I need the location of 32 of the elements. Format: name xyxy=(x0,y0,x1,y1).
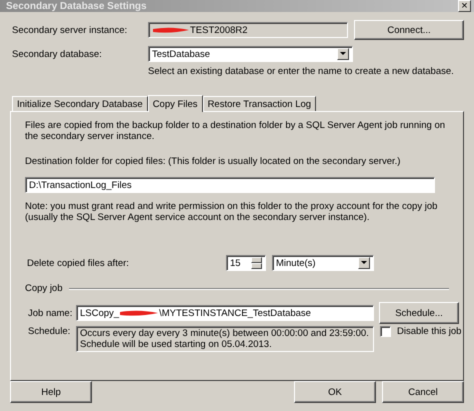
dialog-button[interactable]: Help xyxy=(10,381,92,403)
database-dropdown[interactable]: TestDatabase xyxy=(148,46,353,62)
field-label: Delete copied files after: xyxy=(26,258,130,268)
schedule-button[interactable]: Schedule... xyxy=(379,302,459,324)
spin-field[interactable]: 15 xyxy=(226,255,266,271)
field-label: Schedule: xyxy=(27,326,72,337)
window-title: Secondary Database Settings xyxy=(6,0,147,12)
field-label: Secondary database: xyxy=(11,48,103,60)
caret-icon xyxy=(361,261,367,265)
tab[interactable]: Copy Files xyxy=(148,95,203,112)
dialog-button[interactable]: OK xyxy=(294,381,376,403)
spin-arrows-icon[interactable] xyxy=(251,257,262,269)
field-label: Destination folder for copied files: (This folder is usually located on the secondary server.) xyxy=(25,156,402,167)
schedule-text: Occurs every day every 3 minute(s) between 00:00:00 and 23:59:00. Schedule will be used starting on 05.04.2013. xyxy=(76,326,374,352)
tab[interactable]: Initialize Secondary Database xyxy=(12,96,148,111)
field-label: Job name: xyxy=(27,308,74,318)
close-button[interactable]: × xyxy=(458,0,471,12)
checkbox-label: Disable this job xyxy=(397,326,462,337)
tab[interactable]: Restore Transaction Log xyxy=(202,96,316,111)
job-name-field[interactable]: LSCopy_ \MYTESTINSTANCE_TestDatabase xyxy=(76,305,374,321)
note-text: Note: you must grant read and write permission on this folder to the proxy account for the copy job (usually the SQL Server Agent service account on the secondary server instance). xyxy=(25,201,438,223)
unit-dropdown[interactable]: Minute(s) xyxy=(272,255,374,271)
group-title: Copy job xyxy=(25,283,62,294)
dialog-button[interactable]: Cancel xyxy=(382,381,464,403)
destination-folder-field[interactable]: D:\TransactionLog_Files xyxy=(25,177,435,193)
server-instance-field[interactable]: TEST2008R2 xyxy=(148,22,348,38)
connect-button[interactable]: Connect... xyxy=(354,20,464,40)
checkbox[interactable] xyxy=(380,326,391,337)
caret-icon xyxy=(340,52,346,56)
field-label: Secondary server instance: xyxy=(11,24,128,36)
intro-text: Files are copied from the backup folder to a destination folder by a SQL Server Agent job running on the secondary server instance. xyxy=(25,120,446,142)
hint-text: Select an existing database or enter the name to create a new database. xyxy=(148,66,454,77)
